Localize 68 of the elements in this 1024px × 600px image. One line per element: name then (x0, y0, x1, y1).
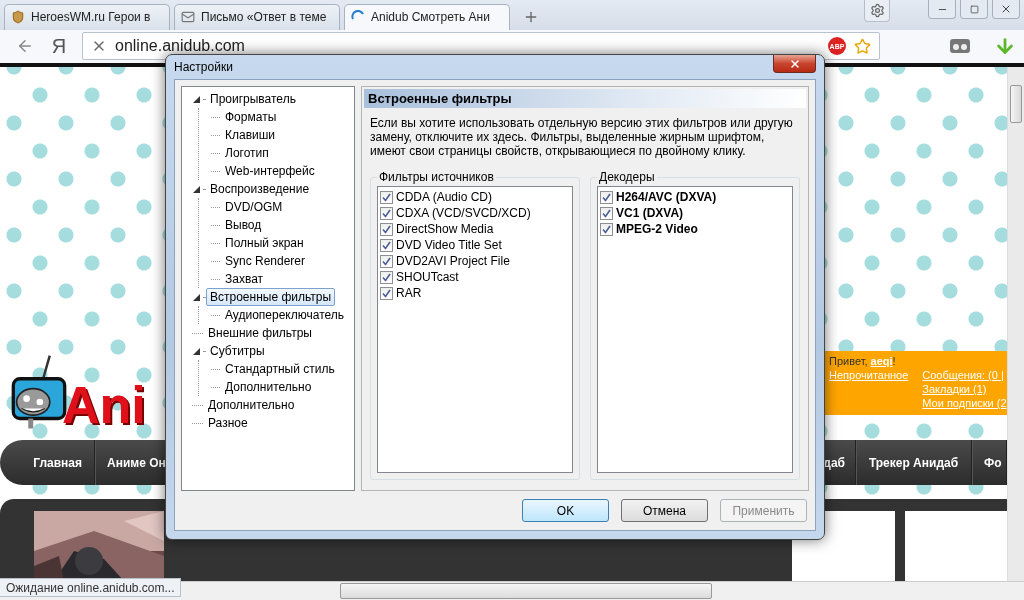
checkbox[interactable] (380, 254, 393, 268)
nav-link[interactable]: Трекер Анидаб (856, 440, 972, 486)
checkbox[interactable] (380, 206, 393, 220)
filter-label: CDXA (VCD/SVCD/XCD) (396, 206, 531, 220)
greeting-text: Привет, aeqi! (829, 355, 897, 367)
collapse-triangle-icon[interactable] (192, 94, 201, 104)
tree-item[interactable]: Аудиопереключатель (221, 306, 349, 324)
status-tooltip: Ожидание online.anidub.com... (0, 578, 182, 597)
tree-item[interactable]: DVD/OGM (221, 198, 287, 216)
tree-item[interactable]: Внешние фильтры (204, 324, 316, 342)
tree-item[interactable]: Sync Renderer (221, 252, 310, 270)
tree-item[interactable]: Разное (204, 414, 252, 432)
tree-item[interactable]: Дополнительно (204, 396, 299, 414)
filter-label: CDDA (Audio CD) (396, 190, 493, 204)
checkbox[interactable] (600, 206, 613, 220)
filter-label: MPEG-2 Video (616, 222, 698, 236)
tree-item[interactable]: Дополнительно (221, 378, 316, 396)
description-text: Если вы хотите использовать отдельную версию этих фильтров или другую замену, отключите их здесь. Фильтры, выделенные жирным шрифтом, имеют свои страницы свойств, открывающиеся по двойному клику. (370, 116, 794, 158)
bookmark-star-icon[interactable] (854, 37, 871, 55)
filter-label: H264/AVC (DXVA) (616, 190, 717, 204)
tree-item[interactable]: Вывод (221, 216, 266, 234)
tree-item[interactable]: Субтитры (206, 342, 269, 360)
checkbox[interactable] (380, 270, 393, 284)
checkbox[interactable] (380, 190, 393, 204)
close-button[interactable] (992, 0, 1020, 19)
dialog-button[interactable]: Отмена (621, 499, 708, 522)
home-logo[interactable]: Я (46, 34, 72, 58)
tree-item[interactable]: Проигрыватель (206, 90, 300, 108)
checkbox[interactable] (600, 222, 613, 236)
vertical-scrollbar[interactable] (1007, 67, 1024, 582)
gear-icon (869, 3, 885, 18)
filter-label: SHOUTcast (396, 270, 459, 284)
checkbox[interactable] (600, 190, 613, 204)
filter-label: RAR (396, 286, 422, 300)
mask-icon[interactable] (950, 39, 970, 54)
tree-item[interactable]: Воспроизведение (206, 180, 314, 198)
tree-item[interactable]: Захват (221, 270, 268, 288)
close-icon (788, 57, 801, 70)
tree-item[interactable]: Web-интерфейс (221, 162, 319, 180)
tree-item[interactable]: Форматы (221, 108, 281, 126)
tree-item[interactable]: Клавиши (221, 126, 280, 144)
filter-label: DVD Video Title Set (396, 238, 502, 252)
filter-label: DVD2AVI Project File (396, 254, 510, 268)
group-title: Фильтры источников (378, 170, 495, 184)
tree-item[interactable]: Логотип (221, 144, 273, 162)
close-icon (1000, 3, 1012, 15)
tree-item[interactable]: Стандартный стиль (221, 360, 339, 378)
filter-label: VC1 (DXVA) (616, 206, 684, 220)
browser-tab[interactable]: Anidub Смотреть Ани (344, 3, 510, 30)
checkbox[interactable] (380, 238, 393, 252)
tree-item[interactable]: Полный экран (221, 234, 308, 252)
section-title: Встроенные фильтры (364, 89, 806, 108)
browser-tab[interactable]: HeroesWM.ru Герои в (4, 3, 170, 30)
settings-button[interactable] (864, 0, 890, 22)
group-title: Декодеры (598, 170, 656, 184)
dialog-button[interactable]: OK (522, 499, 609, 522)
filter-label: DirectShow Media (396, 222, 494, 236)
maximize-icon (969, 4, 979, 14)
browser-tab[interactable]: Письмо «Ответ в теме (174, 3, 340, 30)
checkbox[interactable] (380, 286, 393, 300)
collapse-triangle-icon[interactable] (192, 184, 201, 194)
window-title: Настройки (174, 60, 233, 74)
nav-link[interactable]: Главная (0, 440, 95, 486)
close-button[interactable] (773, 55, 816, 73)
tree-item[interactable]: Встроенные фильтры (206, 288, 336, 306)
collapse-triangle-icon[interactable] (192, 292, 201, 302)
collapse-triangle-icon[interactable] (192, 346, 201, 356)
checkbox[interactable] (380, 222, 393, 236)
